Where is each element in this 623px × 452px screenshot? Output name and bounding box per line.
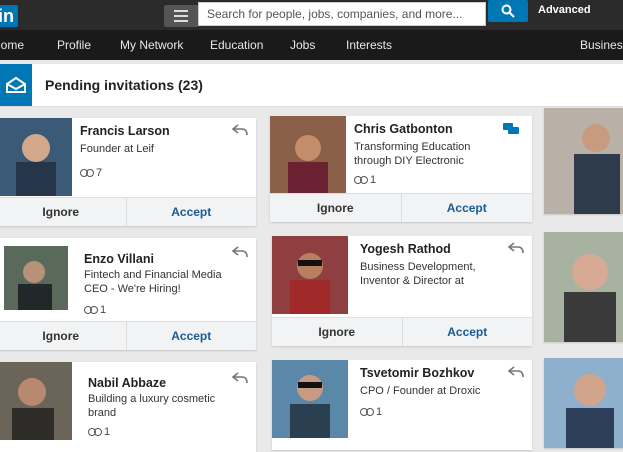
- avatar[interactable]: [4, 246, 68, 310]
- ignore-button[interactable]: Ignore: [0, 198, 127, 226]
- nav-jobs[interactable]: Jobs: [290, 30, 315, 60]
- connections-count: 1: [104, 426, 111, 438]
- nav-business[interactable]: Business: [580, 30, 623, 60]
- message-icon[interactable]: [502, 122, 520, 136]
- invitation-card-partial: [544, 232, 623, 342]
- profile-photo: [272, 236, 348, 314]
- shared-connections[interactable]: 1: [360, 406, 382, 418]
- invitation-name[interactable]: Francis Larson: [80, 124, 170, 138]
- shared-connections[interactable]: 7: [80, 167, 102, 179]
- invitation-card-partial: [544, 358, 623, 448]
- invitation-name[interactable]: Chris Gatbonton: [354, 122, 453, 136]
- invitation-actions: Ignore Accept: [270, 193, 532, 222]
- connections-count: 1: [370, 174, 377, 186]
- invitation-title: Founder at Leif: [80, 143, 154, 155]
- nav-profile[interactable]: Profile: [57, 30, 91, 60]
- nav-home[interactable]: Home: [0, 30, 24, 60]
- reply-icon[interactable]: [508, 242, 524, 254]
- connections-count: 1: [376, 406, 383, 418]
- invitation-title: Transforming Education through DIY Elect…: [354, 141, 471, 167]
- ignore-button[interactable]: Ignore: [272, 318, 403, 346]
- reply-icon[interactable]: [508, 366, 524, 378]
- invitation-actions: Ignore Accept: [0, 197, 256, 226]
- advanced-search-link[interactable]: Advanced: [538, 4, 591, 16]
- menu-icon-bar: [174, 20, 188, 22]
- logo-text: in: [0, 5, 18, 27]
- profile-photo: [544, 108, 623, 214]
- shared-connections[interactable]: 1: [84, 304, 106, 316]
- connections-icon: [88, 428, 102, 436]
- connections-icon: [354, 176, 368, 184]
- shared-connections[interactable]: 1: [354, 174, 376, 186]
- avatar[interactable]: [272, 236, 348, 314]
- invitation-card-partial: [544, 108, 623, 214]
- menu-icon-bar: [174, 15, 188, 17]
- top-bar: in Search for people, jobs, companies, a…: [0, 0, 623, 30]
- invitation-name[interactable]: Nabil Abbaze: [88, 376, 166, 390]
- page-title: Pending invitations (23): [45, 77, 203, 93]
- invitation-card: Enzo Villani Fintech and Financial Media…: [0, 238, 256, 350]
- nav-bar: Home Profile My Network Education Jobs I…: [0, 30, 623, 60]
- profile-photo: [0, 362, 72, 440]
- envelope-icon: [0, 64, 32, 106]
- accept-button[interactable]: Accept: [402, 194, 533, 222]
- linkedin-logo[interactable]: in: [0, 5, 18, 27]
- accept-button[interactable]: Accept: [403, 318, 533, 346]
- shared-connections[interactable]: 1: [88, 426, 110, 438]
- profile-photo: [0, 118, 72, 196]
- profile-photo: [4, 246, 68, 310]
- avatar[interactable]: [0, 118, 72, 196]
- avatar[interactable]: [270, 116, 346, 194]
- invitation-card: Chris Gatbonton Transforming Education t…: [270, 116, 532, 222]
- invitation-name[interactable]: Tsvetomir Bozhkov: [360, 366, 474, 380]
- invitation-card: Francis Larson Founder at Leif 7 Ignore …: [0, 118, 256, 226]
- accept-button[interactable]: Accept: [127, 198, 257, 226]
- nav-my-network[interactable]: My Network: [120, 30, 183, 60]
- invitation-card: Yogesh Rathod Business Development, Inve…: [272, 236, 532, 346]
- invitation-actions: Ignore Accept: [0, 321, 256, 350]
- connections-icon: [84, 306, 98, 314]
- connections-icon: [360, 408, 374, 416]
- invitation-title: CPO / Founder at Droxic: [360, 385, 481, 397]
- connections-icon: [80, 169, 94, 177]
- search-button[interactable]: [488, 0, 528, 22]
- reply-icon[interactable]: [232, 372, 248, 384]
- nav-education[interactable]: Education: [210, 30, 263, 60]
- profile-photo: [544, 358, 623, 448]
- invitation-name[interactable]: Enzo Villani: [84, 252, 154, 266]
- menu-icon-bar: [174, 10, 188, 12]
- profile-photo: [544, 232, 623, 342]
- search-input[interactable]: Search for people, jobs, companies, and …: [198, 2, 486, 26]
- connections-count: 1: [100, 304, 107, 316]
- menu-button[interactable]: [164, 5, 198, 27]
- invitation-title: Building a luxury cosmetic brand: [88, 393, 216, 419]
- invitation-title: Fintech and Financial Media CEO - We're …: [84, 269, 222, 295]
- search-icon: [501, 4, 515, 18]
- reply-icon[interactable]: [232, 246, 248, 258]
- profile-photo: [270, 116, 346, 194]
- ignore-button[interactable]: Ignore: [0, 322, 127, 350]
- avatar[interactable]: [0, 362, 72, 440]
- invitation-actions: Ignore Accept: [272, 317, 532, 346]
- pending-invitations-header: Pending invitations (23): [0, 64, 623, 107]
- reply-icon[interactable]: [232, 124, 248, 136]
- invitation-name[interactable]: Yogesh Rathod: [360, 242, 451, 256]
- nav-interests[interactable]: Interests: [346, 30, 392, 60]
- invitation-card: Nabil Abbaze Building a luxury cosmetic …: [0, 362, 256, 452]
- ignore-button[interactable]: Ignore: [270, 194, 402, 222]
- accept-button[interactable]: Accept: [127, 322, 257, 350]
- invitation-card: Tsvetomir Bozhkov CPO / Founder at Droxi…: [272, 360, 532, 450]
- profile-photo: [272, 360, 348, 438]
- invitation-title: Business Development, Inventor & Directo…: [360, 261, 476, 287]
- avatar[interactable]: [272, 360, 348, 438]
- connections-count: 7: [96, 167, 103, 179]
